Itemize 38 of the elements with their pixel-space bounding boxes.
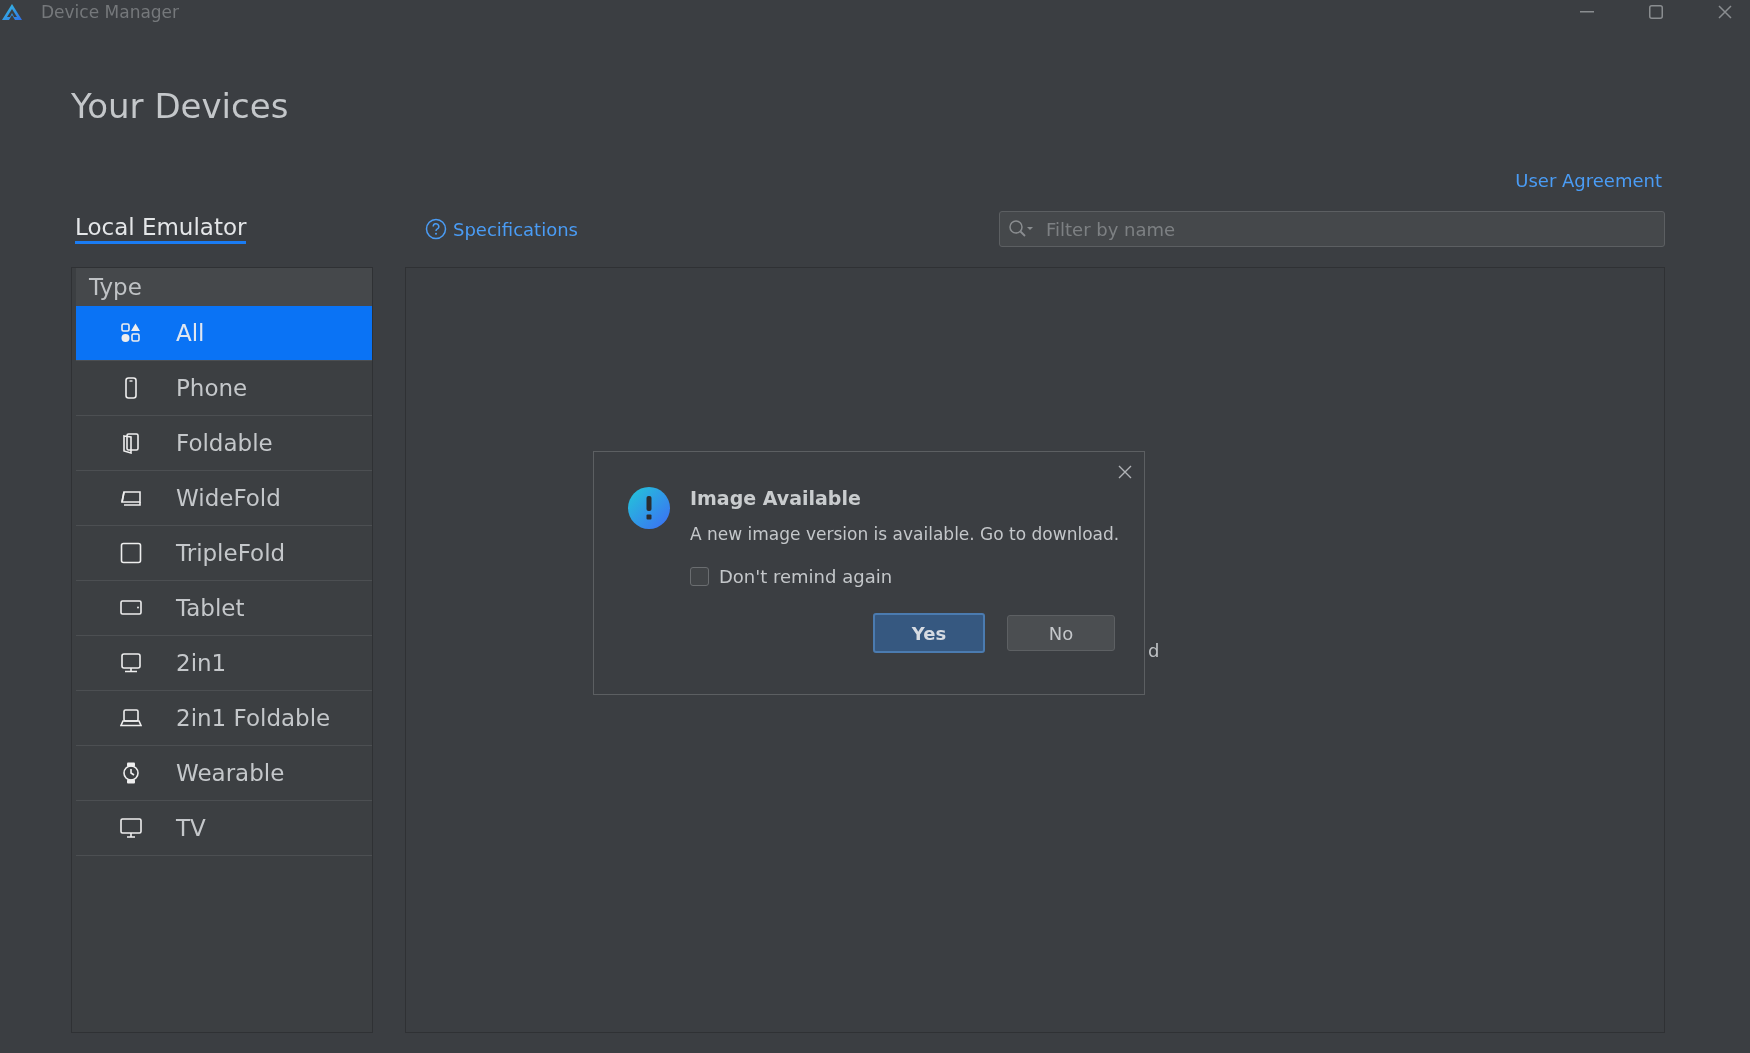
dialog-message: A new image version is available. Go to download. [690, 524, 1120, 544]
monitor-icon [120, 652, 142, 674]
device-type-item[interactable]: All [76, 306, 372, 361]
info-icon [628, 487, 670, 529]
checkbox-label[interactable]: Don't remind again [719, 566, 893, 587]
search-field[interactable]: Filter by name [999, 211, 1665, 247]
device-type-item[interactable]: Tablet [76, 581, 372, 636]
device-type-item[interactable]: WideFold [76, 471, 372, 526]
dialog-title: Image Available [690, 487, 862, 509]
checkbox[interactable] [690, 567, 709, 586]
laptop-icon [120, 707, 142, 729]
device-type-item[interactable]: TV [76, 801, 372, 856]
maximize-icon[interactable] [1649, 5, 1663, 19]
device-type-item[interactable]: Wearable [76, 746, 372, 801]
shapes-icon [120, 322, 142, 344]
column-header: Type [76, 268, 372, 306]
app-logo-icon [1, 3, 23, 21]
no-button[interactable]: No [1007, 615, 1115, 651]
window-title: Device Manager [41, 2, 180, 22]
partial-text: d [1148, 640, 1160, 661]
triplefold-icon [120, 542, 142, 564]
minimize-icon[interactable] [1580, 11, 1594, 13]
watch-icon [120, 762, 142, 784]
device-type-item[interactable]: Phone [76, 361, 372, 416]
help-icon [425, 218, 447, 240]
device-type-item[interactable]: TripleFold [76, 526, 372, 581]
close-icon[interactable] [1718, 5, 1732, 19]
close-icon[interactable] [1118, 465, 1132, 479]
specifications-link[interactable]: Specifications [425, 218, 999, 240]
user-agreement-link[interactable]: User Agreement [1515, 170, 1662, 191]
page-heading: Your Devices [71, 85, 290, 128]
device-type-item[interactable]: Foldable [76, 416, 372, 471]
foldable-icon [120, 432, 142, 454]
tab[interactable]: Local Emulator [75, 214, 247, 244]
device-type-item[interactable]: 2in1 Foldable [76, 691, 372, 746]
tv-icon [120, 817, 142, 839]
device-type-item[interactable]: 2in1 [76, 636, 372, 691]
yes-button[interactable]: Yes [873, 613, 985, 653]
